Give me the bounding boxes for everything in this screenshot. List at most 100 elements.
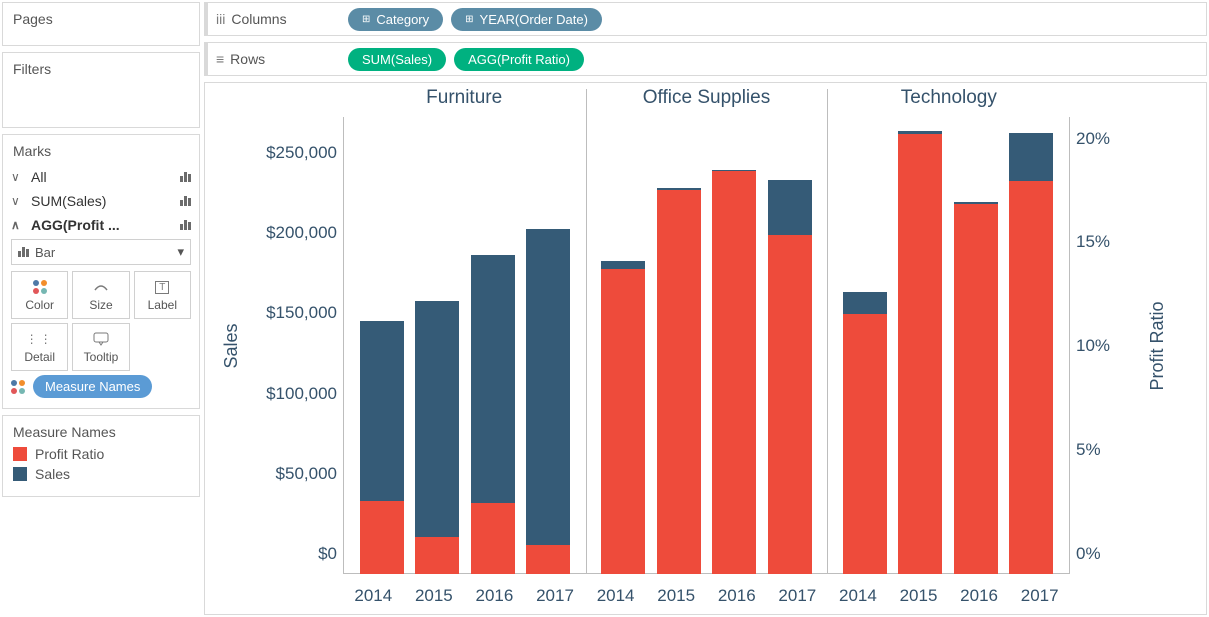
legend-label: Sales xyxy=(35,466,70,482)
marks-row-2[interactable]: ∧ AGG(Profit ... xyxy=(11,213,191,237)
category-header: Office Supplies xyxy=(585,87,827,109)
caret-icon: ∧ xyxy=(11,218,25,232)
x-label: 2015 xyxy=(897,586,941,606)
marks-cell-label: Detail xyxy=(16,350,63,364)
bar-stack[interactable] xyxy=(601,117,645,574)
bar-segment-sales xyxy=(526,229,570,545)
bar-stack[interactable] xyxy=(415,117,459,574)
marks-cell-label: Size xyxy=(77,298,124,312)
marks-cell-label: Label xyxy=(139,298,186,312)
dropdown-caret-icon: ▾ xyxy=(177,244,184,260)
category-header: Furniture xyxy=(343,87,585,109)
bar-segment-sales xyxy=(768,180,812,236)
bar-segment-profit-ratio xyxy=(657,190,701,574)
measure-names-pill[interactable]: Measure Names xyxy=(33,375,152,398)
y-left-tick: $150,000 xyxy=(266,303,337,323)
legend-swatch xyxy=(13,447,27,461)
category-divider xyxy=(586,89,587,574)
bar-segment-profit-ratio xyxy=(1009,181,1053,574)
y-left-tick: $0 xyxy=(318,544,337,564)
category-group xyxy=(827,117,1069,574)
y-left-title: Sales xyxy=(221,323,242,368)
filters-card: Filters xyxy=(2,52,200,128)
marks-row-label: AGG(Profit ... xyxy=(31,217,120,233)
y-right-tick: 0% xyxy=(1076,544,1101,564)
marks-cell-detail[interactable]: ⋮⋮ Detail xyxy=(11,323,68,371)
bar-segment-profit-ratio xyxy=(526,545,570,574)
marks-card: Marks ∨All∨SUM(Sales) ∧ AGG(Profit ... Bar… xyxy=(2,134,200,409)
y-right-tick: 10% xyxy=(1076,336,1110,356)
bar-stack[interactable] xyxy=(898,117,942,574)
bar-segment-profit-ratio xyxy=(415,537,459,574)
bar-icon xyxy=(180,172,191,182)
x-label: 2014 xyxy=(594,586,638,606)
pill-label: AGG(Profit Ratio) xyxy=(468,52,570,67)
column-pill[interactable]: ⊞ Category xyxy=(348,8,443,31)
x-label: 2016 xyxy=(957,586,1001,606)
bar-segment-profit-ratio xyxy=(954,204,998,574)
legend-item[interactable]: Profit Ratio xyxy=(13,444,189,464)
marks-title: Marks xyxy=(11,141,191,165)
x-label: 2015 xyxy=(654,586,698,606)
x-group: 2014201520162017 xyxy=(343,586,585,606)
bar-segment-sales xyxy=(415,301,459,536)
y-left-axis: Sales $0$50,000$100,000$150,000$200,000$… xyxy=(205,117,343,574)
marks-cell-size[interactable]: Size xyxy=(72,271,129,319)
bar-segment-sales xyxy=(471,255,515,503)
right-panel: iii Columns ⊞Category⊞YEAR(Order Date) ≡… xyxy=(202,0,1209,617)
bar-icon xyxy=(180,196,191,206)
legend-title: Measure Names xyxy=(13,422,189,444)
marks-row-0[interactable]: ∨All xyxy=(11,165,191,189)
marks-cell-color[interactable]: Color xyxy=(11,271,68,319)
columns-shelf[interactable]: iii Columns ⊞Category⊞YEAR(Order Date) xyxy=(204,2,1207,36)
bar-stack[interactable] xyxy=(712,117,756,574)
bar-stack[interactable] xyxy=(471,117,515,574)
x-label: 2014 xyxy=(351,586,395,606)
columns-label: Columns xyxy=(231,11,286,27)
x-group: 2014201520162017 xyxy=(828,586,1070,606)
legend-label: Profit Ratio xyxy=(35,446,104,462)
bar-stack[interactable] xyxy=(768,117,812,574)
row-pill[interactable]: SUM(Sales) xyxy=(348,48,446,71)
legend-item[interactable]: Sales xyxy=(13,464,189,484)
marks-cell-label[interactable]: T Label xyxy=(134,271,191,319)
rows-shelf[interactable]: ≡ Rows SUM(Sales)AGG(Profit Ratio) xyxy=(204,42,1207,76)
bar-stack[interactable] xyxy=(843,117,887,574)
marks-row-1[interactable]: ∨SUM(Sales) xyxy=(11,189,191,213)
bar-segment-sales xyxy=(843,292,887,315)
bar-icon xyxy=(18,247,29,257)
bar-stack[interactable] xyxy=(954,117,998,574)
left-panel: Pages Filters Marks ∨All∨SUM(Sales) ∧ AGG(… xyxy=(0,0,202,617)
x-label: 2017 xyxy=(533,586,577,606)
marks-cell-label: Tooltip xyxy=(77,350,124,364)
detail-icon: ⋮⋮ xyxy=(16,330,63,348)
y-right-tick: 20% xyxy=(1076,129,1110,149)
bar-stack[interactable] xyxy=(526,117,570,574)
bar-stack[interactable] xyxy=(657,117,701,574)
pill-label: YEAR(Order Date) xyxy=(480,12,588,27)
bar-stack[interactable] xyxy=(360,117,404,574)
pill-label: Category xyxy=(376,12,429,27)
color-dots-icon xyxy=(11,380,25,394)
y-right-title: Profit Ratio xyxy=(1147,301,1168,390)
x-label: 2015 xyxy=(412,586,456,606)
bar-stack[interactable] xyxy=(1009,117,1053,574)
column-pill[interactable]: ⊞YEAR(Order Date) xyxy=(451,8,602,31)
y-left-tick: $200,000 xyxy=(266,223,337,243)
color-icon xyxy=(16,278,63,296)
pages-card: Pages xyxy=(2,2,200,46)
marks-cell-label: Color xyxy=(16,298,63,312)
pill-label: SUM(Sales) xyxy=(362,52,432,67)
label-icon: T xyxy=(139,278,186,296)
plot-area[interactable] xyxy=(343,117,1070,574)
x-label: 2017 xyxy=(1018,586,1062,606)
marks-cell-tooltip[interactable]: Tooltip xyxy=(72,323,129,371)
category-divider xyxy=(827,89,828,574)
bar-segment-profit-ratio xyxy=(768,235,812,574)
row-pill[interactable]: AGG(Profit Ratio) xyxy=(454,48,584,71)
mark-type-dropdown[interactable]: Bar ▾ xyxy=(11,239,191,265)
marks-row-label: SUM(Sales) xyxy=(31,193,106,209)
y-left-tick: $50,000 xyxy=(276,464,337,484)
plus-icon: ⊞ xyxy=(362,14,370,25)
category-group xyxy=(586,117,828,574)
